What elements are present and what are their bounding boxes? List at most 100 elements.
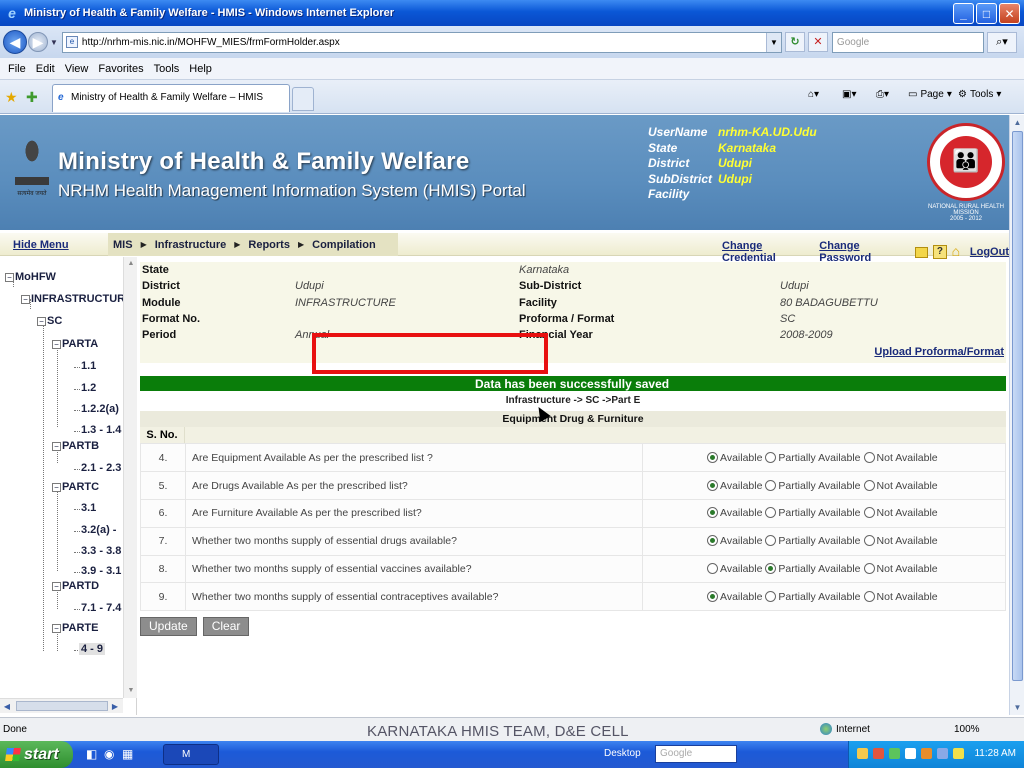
radio-button[interactable] — [765, 590, 777, 602]
tree-node-parte[interactable]: − PARTE — [52, 622, 98, 634]
tree-horizontal-scrollbar[interactable]: ◀ ▶ — [0, 698, 123, 713]
desktop-toolbar-label[interactable]: Desktop — [604, 748, 641, 759]
menu-help[interactable]: Help — [189, 63, 212, 75]
radio-button[interactable] — [863, 563, 875, 575]
tree-node-7-1[interactable]: 7.1 - 7.4 — [81, 602, 121, 614]
radio-button[interactable] — [765, 507, 777, 519]
taskbar-window-item[interactable]: M — [163, 744, 219, 765]
tray-icon[interactable] — [873, 748, 884, 759]
radio-button[interactable] — [707, 507, 718, 519]
radio-button[interactable] — [863, 479, 875, 491]
search-button[interactable]: ⌕▾ — [986, 31, 1017, 53]
radio-option[interactable]: Available — [707, 507, 762, 519]
tree-node-partb[interactable]: − PARTB — [52, 440, 99, 452]
radio-button[interactable] — [765, 535, 777, 547]
back-button[interactable]: ◀ — [3, 30, 27, 54]
taskbar-search-input[interactable]: Google — [655, 745, 737, 763]
radio-option[interactable]: Partially Available — [765, 590, 861, 603]
tree-node-parta[interactable]: − PARTA — [52, 338, 98, 350]
tree-node-3-2a[interactable]: 3.2(a) - — [81, 524, 116, 536]
menu-view[interactable]: View — [65, 63, 89, 75]
radio-option[interactable]: Partially Available — [765, 507, 861, 519]
radio-option[interactable]: Partially Available — [765, 451, 861, 464]
tray-icon[interactable] — [921, 748, 932, 759]
start-button[interactable]: start — [0, 741, 73, 768]
page-menu[interactable]: ▭ Page ▾ — [908, 89, 952, 100]
tree-node-3-1[interactable]: 3.1 — [81, 502, 96, 514]
stop-button[interactable]: ✕ — [807, 32, 828, 52]
update-button[interactable]: Update — [140, 617, 197, 637]
radio-option[interactable]: Not Available — [863, 590, 938, 603]
menu-infrastructure[interactable]: Infrastructure — [155, 239, 227, 251]
radio-button[interactable] — [863, 451, 875, 463]
change-password-link[interactable]: Change Password — [819, 240, 910, 264]
quicklaunch-icon[interactable]: ◧ — [86, 747, 97, 761]
radio-button[interactable] — [765, 451, 777, 463]
radio-option[interactable]: Not Available — [863, 479, 938, 492]
tray-icon[interactable] — [937, 748, 948, 759]
radio-button[interactable] — [707, 535, 718, 547]
menu-compilation[interactable]: Compilation — [312, 239, 376, 251]
menu-file[interactable]: File — [8, 63, 26, 75]
radio-button[interactable] — [707, 479, 718, 491]
quicklaunch-icon[interactable]: ◉ — [104, 747, 114, 761]
menu-tools[interactable]: Tools — [154, 63, 180, 75]
tree-node-infrastructure[interactable]: − INFRASTRUCTURE — [21, 293, 132, 305]
history-dropdown-icon[interactable]: ▼ — [50, 38, 58, 47]
mail-icon[interactable] — [914, 246, 929, 258]
forward-button[interactable]: ▶ — [28, 32, 48, 52]
maximize-button[interactable]: □ — [976, 3, 997, 24]
tree-node-partc[interactable]: − PARTC — [52, 481, 99, 493]
menu-favorites[interactable]: Favorites — [98, 63, 143, 75]
favorites-star-icon[interactable]: ★ — [5, 89, 18, 106]
logout-link[interactable]: LogOut — [970, 246, 1009, 258]
radio-option[interactable]: Available — [707, 563, 762, 575]
radio-option[interactable]: Partially Available — [765, 563, 861, 575]
tree-node-3-9[interactable]: 3.9 - 3.1 — [81, 565, 121, 577]
menu-reports[interactable]: Reports — [248, 239, 290, 251]
menu-edit[interactable]: Edit — [36, 63, 55, 75]
minimize-button[interactable]: _ — [953, 3, 974, 24]
radio-option[interactable]: Not Available — [863, 535, 938, 547]
tree-node-1-3[interactable]: 1.3 - 1.4 — [81, 424, 121, 436]
radio-button[interactable] — [863, 507, 875, 519]
browser-tab[interactable]: Ministry of Health & Family Welfare – HM… — [52, 84, 290, 112]
tray-icon[interactable] — [857, 748, 868, 759]
radio-option[interactable]: Not Available — [863, 451, 938, 464]
new-tab-button[interactable] — [292, 87, 314, 111]
menu-mis[interactable]: MIS — [113, 239, 133, 251]
tree-node-mohfw[interactable]: − MoHFW — [5, 271, 56, 283]
clear-button[interactable]: Clear — [202, 617, 250, 637]
print-icon[interactable]: ⎙▾ — [876, 89, 889, 100]
radio-option[interactable]: Partially Available — [765, 535, 861, 547]
tray-icon[interactable] — [953, 748, 964, 759]
address-input[interactable]: e http://nrhm-mis.nic.in/MOHFW_MIES/frmF… — [61, 31, 782, 53]
tree-node-1-2-2a[interactable]: 1.2.2(a) — [81, 403, 119, 415]
radio-option[interactable]: Available — [707, 451, 762, 464]
tree-node-sc[interactable]: − SC — [37, 315, 62, 327]
hide-menu-link[interactable]: Hide Menu — [13, 239, 69, 251]
radio-option[interactable]: Partially Available — [765, 479, 861, 492]
home-icon[interactable]: ⌂ — [952, 244, 965, 259]
home-command-icon[interactable]: ⌂▾ — [808, 89, 819, 100]
zoom-level[interactable]: 100% — [954, 724, 980, 735]
radio-option[interactable]: Not Available — [863, 563, 938, 575]
change-credential-link[interactable]: Change Credential — [722, 240, 814, 264]
radio-button[interactable] — [863, 590, 875, 602]
radio-option[interactable]: Available — [707, 590, 762, 603]
upload-proforma-link[interactable]: Upload Proforma/Format — [874, 346, 1004, 358]
close-button[interactable]: ✕ — [999, 3, 1020, 24]
radio-button[interactable] — [707, 563, 718, 575]
tools-menu[interactable]: ⚙ Tools ▾ — [958, 89, 1001, 100]
radio-button[interactable] — [765, 563, 777, 575]
radio-option[interactable]: Available — [707, 535, 762, 547]
tree-node-1-1[interactable]: 1.1 — [81, 360, 96, 372]
quicklaunch-icon[interactable]: ▦ — [122, 747, 133, 761]
tray-icon[interactable] — [905, 748, 916, 759]
tray-icon[interactable] — [889, 748, 900, 759]
help-icon[interactable]: ? — [933, 245, 947, 259]
radio-button[interactable] — [863, 535, 875, 547]
tree-node-1-2[interactable]: 1.2 — [81, 382, 96, 394]
url-dropdown-icon[interactable]: ▼ — [765, 32, 781, 52]
tree-node-2-1[interactable]: 2.1 - 2.3 — [81, 462, 121, 474]
